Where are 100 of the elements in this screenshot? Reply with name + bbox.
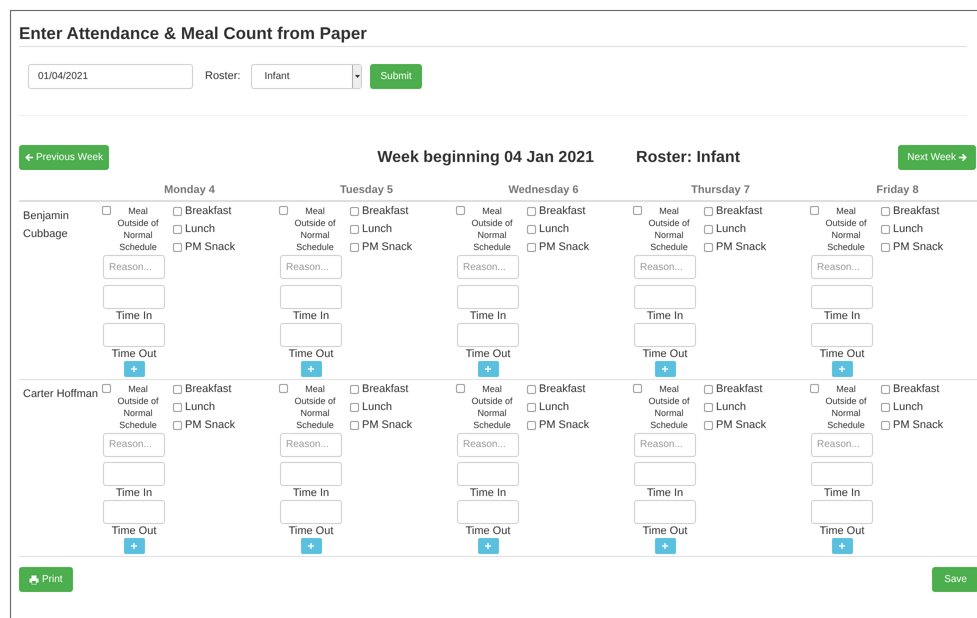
text-field[interactable] [280, 284, 342, 308]
text-field[interactable]: Reason... [103, 432, 165, 456]
checkbox-label: Lunch [539, 400, 569, 415]
checkbox[interactable] [810, 384, 819, 392]
field-label: Time Out [112, 524, 156, 538]
field-label: Time In [646, 486, 684, 500]
checkbox[interactable] [633, 384, 642, 392]
next-week-button[interactable]: Next Week [898, 145, 976, 170]
checkbox[interactable] [704, 402, 713, 412]
checkbox[interactable] [173, 243, 182, 252]
text-field[interactable] [634, 462, 696, 486]
text-field[interactable]: Reason... [103, 255, 165, 279]
field-label: Time Out [820, 524, 864, 538]
text-field[interactable] [811, 322, 873, 346]
text-field[interactable] [811, 284, 873, 308]
text-field[interactable]: Reason... [457, 255, 519, 279]
print-button[interactable]: Print [19, 567, 73, 592]
date-field[interactable]: 01/04/2021 [28, 64, 193, 88]
field-label: Time Out [466, 524, 510, 538]
text-field[interactable] [811, 500, 873, 524]
checkbox[interactable] [173, 207, 182, 216]
checkbox[interactable] [633, 206, 642, 215]
checkbox[interactable] [456, 206, 465, 215]
checkbox[interactable] [350, 225, 359, 234]
checkbox[interactable] [279, 206, 288, 215]
text-field[interactable] [103, 500, 165, 524]
previous-week-button[interactable]: Previous Week [19, 145, 110, 170]
checkbox-label: PM Snack [362, 418, 412, 433]
checkbox[interactable] [350, 384, 359, 394]
checkbox[interactable] [881, 225, 890, 234]
text-field[interactable]: Reason... [811, 432, 873, 456]
text-field[interactable] [280, 322, 342, 346]
add-button[interactable]: + [832, 360, 852, 376]
text-field[interactable] [103, 284, 165, 308]
text-field[interactable] [103, 322, 165, 346]
checkbox[interactable] [704, 420, 713, 430]
checkbox[interactable] [704, 384, 713, 394]
text-field[interactable]: Reason... [634, 255, 696, 279]
checkbox-label: Lunch [362, 400, 392, 415]
text-field[interactable]: Reason... [811, 255, 873, 279]
add-button[interactable]: + [124, 360, 144, 376]
checkbox[interactable] [527, 402, 536, 412]
text-field[interactable] [457, 284, 519, 308]
checkbox[interactable] [810, 206, 819, 215]
text-field[interactable]: Reason... [457, 432, 519, 456]
add-button[interactable]: + [124, 538, 144, 554]
checkbox-label: Lunch [716, 222, 746, 238]
day-heading: Monday 4 [164, 184, 215, 196]
text-field[interactable] [280, 500, 342, 524]
checkbox[interactable] [704, 243, 713, 252]
checkbox[interactable] [881, 402, 890, 412]
text-field[interactable] [103, 462, 165, 486]
checkbox[interactable] [881, 420, 890, 430]
checkbox[interactable] [704, 207, 713, 216]
add-button[interactable]: + [300, 360, 322, 376]
checkbox[interactable] [173, 402, 182, 412]
checkbox[interactable] [527, 243, 536, 252]
checkbox[interactable] [881, 384, 890, 394]
text-field[interactable] [457, 500, 519, 524]
text-field[interactable]: Reason... [634, 432, 696, 456]
field-label: Time Out [112, 346, 156, 360]
checkbox[interactable] [350, 243, 359, 252]
add-button[interactable]: + [654, 360, 676, 376]
checkbox[interactable] [350, 402, 359, 412]
text-field[interactable]: Reason... [280, 255, 342, 279]
checkbox[interactable] [456, 384, 465, 392]
checkbox[interactable] [173, 225, 182, 234]
checkbox[interactable] [527, 420, 536, 430]
checkbox[interactable] [173, 384, 182, 394]
checkbox[interactable] [279, 384, 288, 392]
checkbox[interactable] [350, 207, 359, 216]
checkbox[interactable] [527, 225, 536, 234]
text-field[interactable] [457, 322, 519, 346]
text-field[interactable] [280, 462, 342, 486]
submit-button[interactable]: Submit [370, 64, 422, 88]
checkbox[interactable] [881, 207, 890, 216]
checkbox-label: Meal Outside of Normal Schedule [470, 382, 514, 430]
checkbox[interactable] [527, 207, 536, 216]
roster-select[interactable]: Infant [251, 64, 362, 88]
add-button[interactable]: + [654, 538, 676, 554]
field-label: Time In [824, 308, 860, 322]
checkbox[interactable] [173, 420, 182, 430]
save-button[interactable]: Save [932, 567, 977, 592]
checkbox[interactable] [881, 243, 890, 252]
checkbox[interactable] [102, 384, 111, 392]
checkbox[interactable] [350, 420, 359, 430]
text-field[interactable] [634, 284, 696, 308]
text-field[interactable] [811, 462, 873, 486]
child-name: Benjamin Cubbage [23, 210, 69, 240]
checkbox[interactable] [102, 206, 111, 215]
add-button[interactable]: + [478, 360, 498, 376]
checkbox[interactable] [527, 384, 536, 394]
text-field[interactable] [457, 462, 519, 486]
text-field[interactable] [634, 322, 696, 346]
checkbox[interactable] [704, 225, 713, 234]
add-button[interactable]: + [478, 538, 498, 554]
text-field[interactable] [634, 500, 696, 524]
add-button[interactable]: + [832, 538, 852, 554]
add-button[interactable]: + [300, 538, 322, 554]
text-field[interactable]: Reason... [280, 432, 342, 456]
